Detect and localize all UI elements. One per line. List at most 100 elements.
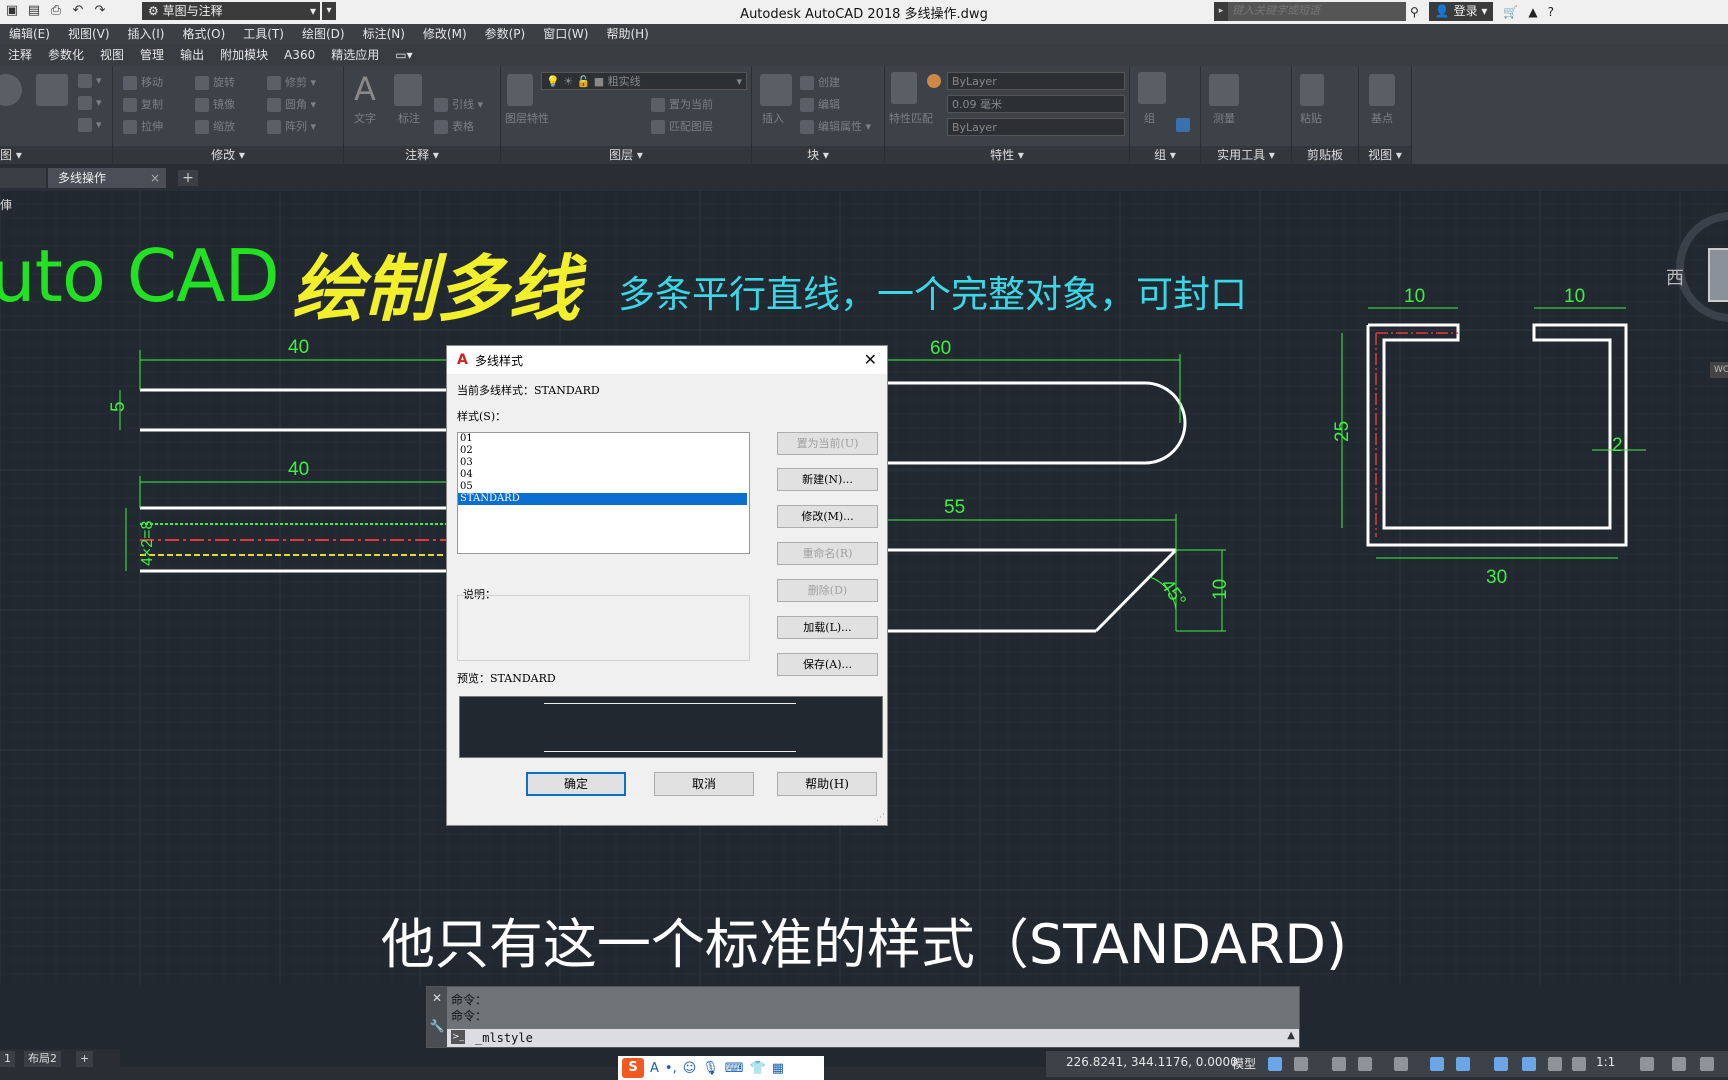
- tab-a360[interactable]: A360: [276, 44, 323, 66]
- grid-icon[interactable]: [1268, 1057, 1282, 1071]
- wrench-icon[interactable]: 🔧: [427, 1019, 447, 1033]
- panel-title-utilities[interactable]: 实用工具 ▾: [1201, 146, 1291, 164]
- resize-grip[interactable]: ⋰: [876, 813, 885, 823]
- match-properties-icon[interactable]: [891, 72, 917, 104]
- plus-icon[interactable]: [1672, 1057, 1686, 1071]
- lineweight-dropdown[interactable]: 0.09 毫米: [947, 95, 1125, 113]
- list-item[interactable]: 01: [458, 433, 749, 445]
- search-expand-button[interactable]: ▸: [1214, 2, 1228, 21]
- menu-insert[interactable]: 插入(I): [119, 24, 174, 44]
- isodraft-icon[interactable]: [1394, 1057, 1408, 1071]
- panel-title-layers[interactable]: 图层 ▾: [501, 146, 751, 164]
- emoji-icon[interactable]: ☺: [683, 1061, 697, 1076]
- cancel-button[interactable]: 取消: [654, 772, 754, 796]
- tab-parametric[interactable]: 参数化: [40, 44, 92, 66]
- tab-addins[interactable]: 附加模块: [212, 44, 276, 66]
- doc-tab-active[interactable]: 多线操作 ×: [48, 168, 166, 188]
- make-current-tool[interactable]: 置为当前: [651, 96, 713, 112]
- grid-icon[interactable]: ▦: [772, 1061, 784, 1076]
- print-icon[interactable]: ⎙: [48, 3, 64, 19]
- stretch-tool[interactable]: 拉伸: [123, 118, 163, 134]
- panel-title-clipboard[interactable]: 剪贴板: [1292, 146, 1358, 164]
- region-tool[interactable]: ▾: [78, 118, 102, 132]
- polar-icon[interactable]: [1358, 1057, 1372, 1071]
- snap-icon[interactable]: [1294, 1057, 1308, 1071]
- auto-scale-icon[interactable]: [1548, 1057, 1562, 1071]
- close-icon[interactable]: ✕: [427, 991, 447, 1005]
- tab-view[interactable]: 视图: [92, 44, 132, 66]
- measure-icon[interactable]: [1209, 74, 1239, 106]
- panel-title-modify[interactable]: 修改 ▾: [113, 146, 343, 164]
- array-tool[interactable]: 阵列 ▾: [267, 118, 316, 134]
- base-point-icon[interactable]: [1369, 74, 1395, 106]
- dimension-icon[interactable]: [394, 74, 422, 106]
- list-item[interactable]: 04: [458, 469, 749, 481]
- save-icon[interactable]: ▣: [4, 3, 20, 19]
- annotation-scale-icon[interactable]: [1572, 1057, 1586, 1071]
- menu-window[interactable]: 窗口(W): [534, 24, 597, 44]
- set-current-button[interactable]: 置为当前(U): [777, 432, 878, 455]
- panel-title-block[interactable]: 块 ▾: [752, 146, 884, 164]
- create-block-tool[interactable]: 创建: [800, 74, 840, 90]
- annotation-scale[interactable]: 1:1: [1596, 1055, 1615, 1069]
- edit-attr-tool[interactable]: 编辑属性 ▾: [800, 118, 871, 134]
- viewcube-west[interactable]: 西: [1666, 264, 1684, 290]
- model-space-button[interactable]: 模型: [1232, 1055, 1256, 1072]
- add-layout-button[interactable]: +: [76, 1051, 94, 1067]
- ime-lang-icon[interactable]: A: [650, 1061, 659, 1076]
- table-tool[interactable]: 表格: [434, 118, 474, 134]
- save-as-icon[interactable]: ▤: [26, 3, 42, 19]
- a360-icon[interactable]: ▲: [1528, 5, 1537, 19]
- panel-title-groups[interactable]: 组 ▾: [1130, 146, 1200, 164]
- help-button[interactable]: 帮助(H): [777, 772, 877, 796]
- menu-tools[interactable]: 工具(T): [234, 24, 293, 44]
- tab-layout1[interactable]: 1: [0, 1051, 15, 1067]
- object-track-icon[interactable]: [1430, 1057, 1444, 1071]
- help-icon[interactable]: ?: [1548, 5, 1554, 19]
- rename-button[interactable]: 重命名(R): [777, 542, 878, 565]
- menu-format[interactable]: 格式(O): [173, 24, 234, 44]
- osnap-icon[interactable]: [1456, 1057, 1470, 1071]
- match-layer-tool[interactable]: 匹配图层: [651, 118, 713, 134]
- style-list[interactable]: 01 02 03 04 05 STANDARD: [457, 432, 750, 554]
- color-wheel-icon[interactable]: [927, 74, 945, 88]
- fillet-tool[interactable]: 圆角 ▾: [267, 96, 316, 112]
- workspace-dropdown[interactable]: ⚙ 草图与注释 ▾: [142, 2, 320, 20]
- binoculars-icon[interactable]: ⚲: [1410, 5, 1419, 19]
- start-tab[interactable]: [0, 168, 46, 188]
- list-item[interactable]: 02: [458, 445, 749, 457]
- panel-title-properties[interactable]: 特性 ▾: [885, 146, 1129, 164]
- qa-customize-button[interactable]: ▾: [322, 2, 336, 20]
- modify-button[interactable]: 修改(M)...: [777, 505, 878, 528]
- redo-icon[interactable]: ↷: [92, 3, 108, 19]
- lineweight-icon[interactable]: [1494, 1057, 1508, 1071]
- mic-icon[interactable]: 🎙: [702, 1061, 719, 1076]
- tab-manage[interactable]: 管理: [132, 44, 172, 66]
- layer-dropdown[interactable]: 💡 ☀ 🔓 ■ 粗实线 ▾: [541, 72, 747, 90]
- annotation-visibility-icon[interactable]: [1522, 1057, 1536, 1071]
- trim-tool[interactable]: 修剪 ▾: [267, 74, 316, 90]
- menu-draw[interactable]: 绘图(D): [293, 24, 354, 44]
- wcs-menu[interactable]: WCS: [1710, 362, 1728, 378]
- leader-tool[interactable]: 引线 ▾: [434, 96, 483, 112]
- insert-block-icon[interactable]: [760, 74, 792, 106]
- hatch-tool[interactable]: ▾: [78, 96, 102, 110]
- rect-tool[interactable]: ▾: [78, 74, 102, 88]
- coordinates-readout[interactable]: 226.8241, 344.1176, 0.0000: [1066, 1055, 1238, 1069]
- skin-icon[interactable]: 👕: [750, 1061, 766, 1076]
- viewcube-face[interactable]: [1708, 248, 1728, 302]
- menu-edit[interactable]: 编辑(E): [0, 24, 59, 44]
- tab-layout2[interactable]: 布局2: [24, 1051, 61, 1067]
- command-input[interactable]: [475, 1029, 1255, 1047]
- tab-featured-apps[interactable]: 精选应用: [323, 44, 387, 66]
- menu-dimension[interactable]: 标注(N): [354, 24, 414, 44]
- gear-icon[interactable]: [1640, 1057, 1654, 1071]
- load-button[interactable]: 加载(L)...: [777, 616, 878, 639]
- new-tab-button[interactable]: +: [178, 170, 198, 186]
- text-icon[interactable]: A: [354, 70, 376, 108]
- mirror-tool[interactable]: 镜像: [195, 96, 235, 112]
- scale-tool[interactable]: 缩放: [195, 118, 235, 134]
- sogou-icon[interactable]: S: [622, 1058, 644, 1078]
- arc-icon[interactable]: [36, 74, 68, 106]
- undo-icon[interactable]: ↶: [70, 3, 86, 19]
